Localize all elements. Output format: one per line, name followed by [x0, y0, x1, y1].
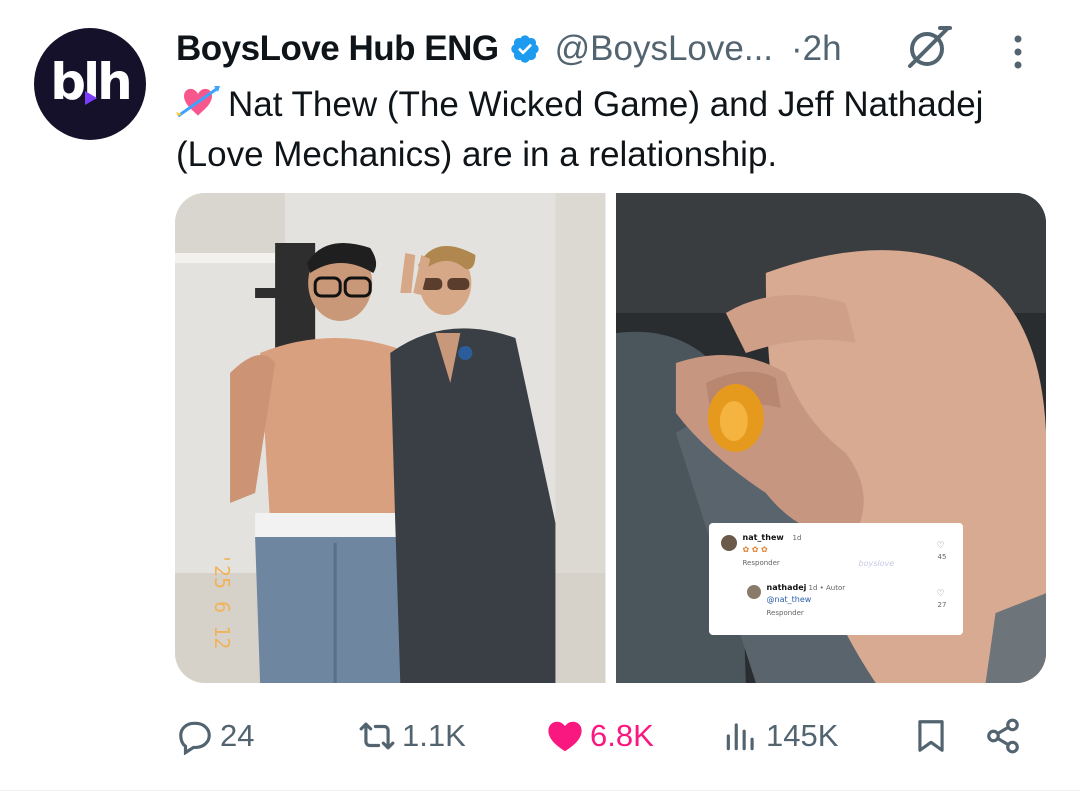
tweet-header: BoysLove Hub ENG @BoysLove... ·2h [176, 24, 842, 74]
display-name[interactable]: BoysLove Hub ENG [176, 29, 499, 69]
photo-left[interactable]: '25 6 12 [175, 193, 606, 683]
tweet-media[interactable]: '25 6 12 nat_thew 1d ✿ ✿ ✿ Responder boy… [175, 193, 1046, 683]
comment-heart-icon-2: ♡ [936, 589, 945, 599]
grok-icon[interactable] [904, 22, 954, 72]
comment-reply-1: Responder [742, 559, 780, 567]
watermark: boyslove [858, 559, 895, 568]
handle[interactable]: @BoysLove... [555, 29, 773, 69]
repost-count: 1.1K [402, 718, 466, 753]
comment-likes-2: 27 [937, 601, 947, 609]
date-stamp: '25 6 12 [210, 553, 234, 649]
comment-likes-1: 45 [937, 553, 947, 561]
tweet-text: Nat Thew (The Wicked Game) and Jeff Nath… [176, 80, 1056, 180]
photo-right[interactable]: nat_thew 1d ✿ ✿ ✿ Responder boyslove ♡ 4… [615, 193, 1046, 683]
comment-avatar-1 [720, 535, 737, 551]
bookmark-button[interactable] [912, 708, 956, 764]
comment-heart-icon-1: ♡ [936, 541, 945, 551]
heart-with-arrow-icon [176, 86, 220, 118]
repost-icon [359, 722, 395, 750]
comment-avatar-2 [746, 585, 761, 599]
comment-mention: @nat_thew [766, 595, 812, 604]
views-chart-icon [726, 723, 754, 751]
avatar[interactable]: blh [34, 28, 146, 140]
comment-screenshot-overlay: nat_thew 1d ✿ ✿ ✿ Responder boyslove ♡ 4… [708, 523, 963, 635]
views-button[interactable]: 145K [722, 708, 838, 764]
comment-time-1: 1d [792, 534, 802, 542]
comment-time-2: 1d • Autor [808, 584, 846, 592]
reply-icon [179, 721, 211, 755]
like-button[interactable]: 6.8K [546, 708, 654, 764]
comment-emoji-1: ✿ ✿ ✿ [742, 545, 768, 554]
photo-left-image: '25 6 12 [175, 193, 606, 683]
reply-count: 24 [220, 718, 255, 753]
share-button[interactable] [984, 708, 1028, 764]
verified-badge-icon [510, 35, 539, 63]
views-count: 145K [766, 718, 839, 753]
tweet-action-bar: 24 1.1K 6.8K 145K [176, 708, 1036, 764]
more-options-icon[interactable] [1010, 34, 1026, 70]
reply-button[interactable]: 24 [176, 708, 254, 764]
like-count: 6.8K [590, 718, 654, 753]
comment-user-1: nat_thew [742, 533, 784, 542]
tweet-body: Nat Thew (The Wicked Game) and Jeff Nath… [176, 85, 984, 174]
comment-user-2: nathadej [766, 583, 807, 592]
bookmark-icon [918, 720, 944, 752]
heart-filled-icon [548, 721, 582, 752]
timestamp[interactable]: ·2h [791, 29, 842, 69]
comment-reply-2: Responder [766, 609, 804, 617]
avatar-logo-mark [85, 91, 97, 105]
divider [0, 790, 1080, 791]
share-icon [987, 718, 1019, 754]
repost-button[interactable]: 1.1K [358, 708, 466, 764]
